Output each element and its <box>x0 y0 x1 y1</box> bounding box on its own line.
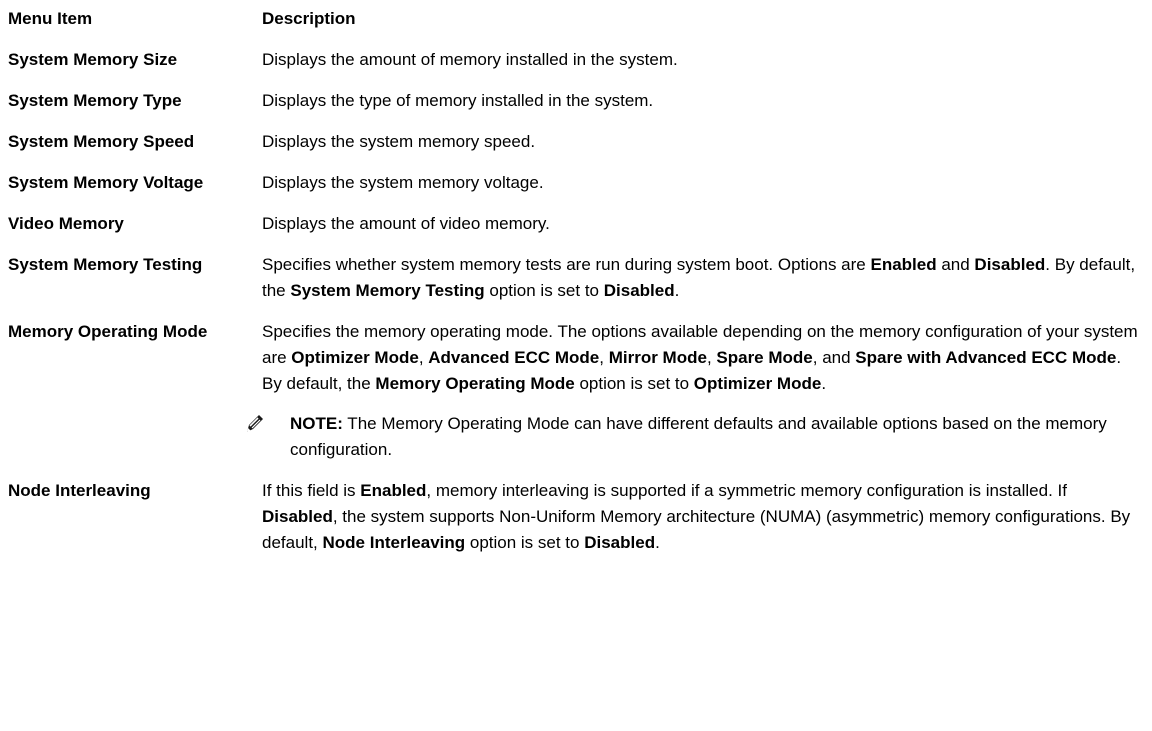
menu-item-description: Displays the system memory speed. <box>262 129 1144 155</box>
menu-item-description: Displays the amount of video memory. <box>262 211 1144 237</box>
bold-term: Advanced ECC Mode <box>428 348 600 367</box>
bold-term: Disabled <box>262 507 333 526</box>
table-row: System Memory Voltage Displays the syste… <box>8 170 1144 196</box>
menu-description-table: Menu Item Description System Memory Size… <box>8 6 1144 556</box>
desc-text: Displays the amount of video memory. <box>262 214 550 233</box>
menu-item-description: Displays the type of memory installed in… <box>262 88 1144 114</box>
table-row: System Memory Testing Specifies whether … <box>8 252 1144 304</box>
desc-text: Displays the type of memory installed in… <box>262 91 654 110</box>
desc-text: option is set to <box>465 533 585 552</box>
menu-item-description: Displays the system memory voltage. <box>262 170 1144 196</box>
bold-term: Mirror Mode <box>608 348 707 367</box>
bold-term: Disabled <box>974 255 1046 274</box>
table-header: Menu Item Description <box>8 6 1144 32</box>
bold-term: Disabled <box>584 533 656 552</box>
desc-text: Displays the amount of memory installed … <box>262 50 678 69</box>
menu-item-name: System Memory Size <box>8 50 178 69</box>
note-callout: NOTE: The Memory Operating Mode can have… <box>244 411 1144 463</box>
header-description: Description <box>262 9 356 28</box>
desc-text: , <box>706 348 717 367</box>
bold-term: Spare with Advanced ECC Mode <box>855 348 1117 367</box>
desc-text: Displays the system memory speed. <box>262 132 536 151</box>
table-row: System Memory Type Displays the type of … <box>8 88 1144 114</box>
menu-item-description: Specifies the memory operating mode. The… <box>262 319 1144 397</box>
bold-term: Node Interleaving <box>322 533 466 552</box>
desc-text: , <box>599 348 609 367</box>
desc-text: . <box>674 281 680 300</box>
bold-term: System Memory Testing <box>290 281 485 300</box>
desc-text: Displays the system memory voltage. <box>262 173 544 192</box>
desc-text: , <box>418 348 429 367</box>
table-row: System Memory Speed Displays the system … <box>8 129 1144 155</box>
menu-item-name: System Memory Speed <box>8 132 195 151</box>
header-menu-item: Menu Item <box>8 9 93 28</box>
desc-text: . <box>821 374 827 393</box>
menu-item-name: Memory Operating Mode <box>8 322 208 341</box>
bold-term: Enabled <box>360 481 427 500</box>
menu-item-name: System Memory Voltage <box>8 173 204 192</box>
pencil-icon <box>247 415 263 432</box>
menu-item-name: Node Interleaving <box>8 481 151 500</box>
table-row: Memory Operating Mode Specifies the memo… <box>8 319 1144 463</box>
table-row: System Memory Size Displays the amount o… <box>8 47 1144 73</box>
menu-item-description: Displays the amount of memory installed … <box>262 47 1144 73</box>
bold-term: Disabled <box>603 281 675 300</box>
desc-text: . <box>655 533 660 552</box>
bold-term: Optimizer Mode <box>693 374 822 393</box>
menu-item-name: System Memory Testing <box>8 255 203 274</box>
desc-text: and <box>936 255 975 274</box>
bold-term: Memory Operating Mode <box>375 374 575 393</box>
note-label: NOTE: <box>290 414 343 433</box>
note-text: NOTE: The Memory Operating Mode can have… <box>290 411 1144 463</box>
bold-term: Spare Mode <box>716 348 813 367</box>
bold-term: Enabled <box>870 255 937 274</box>
desc-text: option is set to <box>484 281 604 300</box>
bold-term: Optimizer Mode <box>291 348 419 367</box>
desc-text: If this field is <box>262 481 361 500</box>
table-row: Video Memory Displays the amount of vide… <box>8 211 1144 237</box>
desc-text: option is set to <box>574 374 694 393</box>
menu-item-name: Video Memory <box>8 214 124 233</box>
table-row: Node Interleaving If this field is Enabl… <box>8 478 1144 556</box>
menu-item-description-block: Specifies the memory operating mode. The… <box>247 319 1144 463</box>
desc-text: , and <box>812 348 856 367</box>
desc-text: Specifies whether system memory tests ar… <box>262 255 871 274</box>
menu-item-description: Specifies whether system memory tests ar… <box>262 252 1144 304</box>
menu-item-description: If this field is Enabled, memory interle… <box>262 478 1144 556</box>
note-body: The Memory Operating Mode can have diffe… <box>290 414 1107 459</box>
desc-text: , memory interleaving is supported if a … <box>426 481 1067 500</box>
menu-item-name: System Memory Type <box>8 91 182 110</box>
